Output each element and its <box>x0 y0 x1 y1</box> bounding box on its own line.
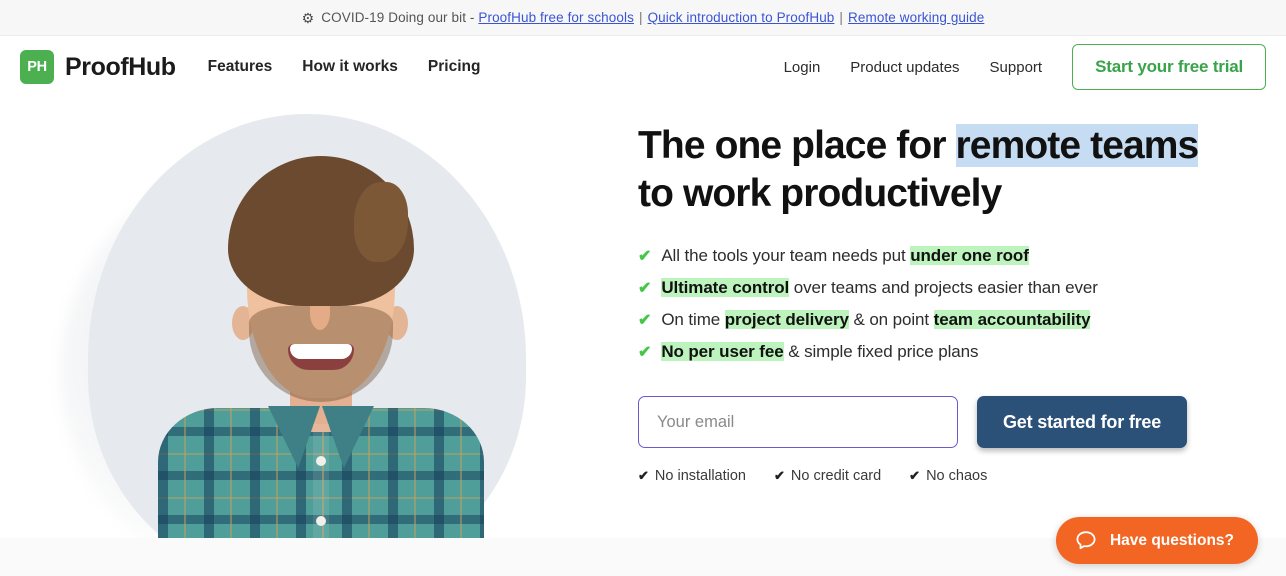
brand-logo[interactable]: PH ProofHub <box>20 50 176 84</box>
bullet-1-strong: under one roof <box>910 246 1029 265</box>
trust-label-3: No chaos <box>926 468 987 484</box>
banner-link-intro[interactable]: Quick introduction to ProofHub <box>648 10 835 25</box>
person-mouth <box>288 344 354 370</box>
person-hair <box>228 156 414 306</box>
announcement-banner: ⚙ COVID-19 Doing our bit - ProofHub free… <box>0 0 1286 36</box>
bullet-3-pre: On time <box>661 310 724 329</box>
check-icon: ✔ <box>638 468 649 484</box>
bullet-1-pre: All the tools your team needs put <box>661 246 910 265</box>
trust-label-1: No installation <box>655 468 746 484</box>
brand-name: ProofHub <box>65 53 176 82</box>
hero-image <box>0 98 620 538</box>
hero-person-illustration <box>150 156 490 538</box>
chat-bubble-icon <box>1074 529 1098 553</box>
bullet-3-mid: & on point <box>849 310 934 329</box>
page-title: The one place for remote teams to work pr… <box>638 122 1246 218</box>
list-item: ✔ Ultimate control over teams and projec… <box>638 272 1246 304</box>
nav-item-pricing[interactable]: Pricing <box>428 58 481 76</box>
proofhub-logo-icon: PH <box>20 50 54 84</box>
email-field[interactable] <box>638 396 958 448</box>
nav-item-product-updates[interactable]: Product updates <box>850 59 959 76</box>
list-item: ✔ All the tools your team needs put unde… <box>638 240 1246 272</box>
person-shirt-button-1 <box>316 456 326 466</box>
signup-form: Get started for free <box>638 396 1246 448</box>
bullet-2-post: over teams and projects easier than ever <box>789 278 1098 297</box>
nav-item-support[interactable]: Support <box>990 59 1043 76</box>
headline-highlight: remote teams <box>956 124 1199 167</box>
check-icon: ✔ <box>909 468 920 484</box>
bullet-3-strong: project delivery <box>725 310 849 329</box>
get-started-button[interactable]: Get started for free <box>977 396 1187 448</box>
bullet-4-strong: No per user fee <box>661 342 783 361</box>
trust-badge-no-installation: ✔ No installation <box>638 468 746 484</box>
trust-badges: ✔ No installation ✔ No credit card ✔ No … <box>638 468 1246 484</box>
check-icon: ✔ <box>638 337 651 368</box>
start-free-trial-button[interactable]: Start your free trial <box>1072 44 1266 90</box>
nav-item-how-it-works[interactable]: How it works <box>302 58 398 76</box>
headline-part-1: The one place for <box>638 124 956 167</box>
banner-link-remote-guide[interactable]: Remote working guide <box>848 10 984 25</box>
secondary-nav: Login Product updates Support <box>784 59 1043 76</box>
banner-lead-text: COVID-19 Doing our bit - <box>321 10 474 25</box>
hero-section: The one place for remote teams to work pr… <box>0 98 1286 538</box>
list-item: ✔ On time project delivery & on point te… <box>638 304 1246 336</box>
check-icon: ✔ <box>638 273 651 304</box>
list-item: ✔ No per user fee & simple fixed price p… <box>638 336 1246 368</box>
help-widget-label: Have questions? <box>1110 532 1234 550</box>
headline-part-2: to work productively <box>638 172 1001 215</box>
site-header: PH ProofHub Features How it works Pricin… <box>0 36 1286 98</box>
nav-item-login[interactable]: Login <box>784 59 821 76</box>
hero-copy: The one place for remote teams to work pr… <box>620 98 1286 538</box>
check-icon: ✔ <box>638 305 651 336</box>
virus-icon: ⚙ <box>302 11 315 25</box>
bullet-4-post: & simple fixed price plans <box>784 342 979 361</box>
primary-nav: Features How it works Pricing <box>208 58 481 76</box>
bullet-3-strong-2: team accountability <box>934 310 1091 329</box>
bullet-2-strong: Ultimate control <box>661 278 789 297</box>
banner-link-schools[interactable]: ProofHub free for schools <box>478 10 634 25</box>
check-icon: ✔ <box>638 241 651 272</box>
banner-separator-1: | <box>634 10 648 25</box>
trust-label-2: No credit card <box>791 468 881 484</box>
nav-item-features[interactable]: Features <box>208 58 273 76</box>
help-widget-button[interactable]: Have questions? <box>1056 517 1258 564</box>
person-shirt-button-2 <box>316 516 326 526</box>
trust-badge-no-chaos: ✔ No chaos <box>909 468 987 484</box>
check-icon: ✔ <box>774 468 785 484</box>
banner-separator-2: | <box>834 10 848 25</box>
feature-bullet-list: ✔ All the tools your team needs put unde… <box>638 240 1246 368</box>
trust-badge-no-credit-card: ✔ No credit card <box>774 468 881 484</box>
